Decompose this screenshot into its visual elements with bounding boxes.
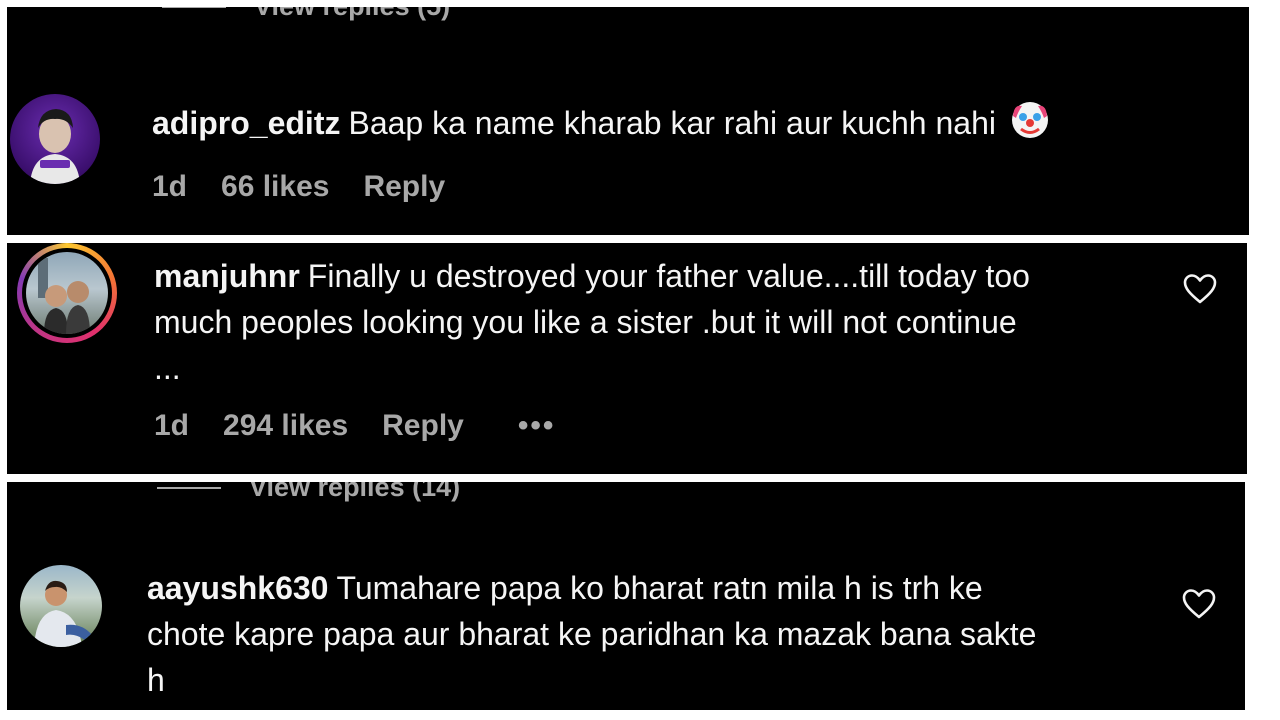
more-options-icon[interactable]: ••• bbox=[518, 409, 556, 443]
heart-icon[interactable] bbox=[1183, 273, 1217, 305]
comment-time: 1d bbox=[152, 170, 188, 203]
comment-text-line-2: chote kapre papa aur bharat ke paridhan … bbox=[147, 616, 1037, 652]
comment-text-line-3: ... bbox=[154, 350, 181, 386]
replies-divider bbox=[157, 486, 221, 489]
avatar[interactable] bbox=[10, 94, 100, 184]
view-replies-button[interactable]: View replies (5) bbox=[162, 7, 450, 22]
replies-divider bbox=[162, 7, 226, 8]
avatar bbox=[26, 252, 108, 334]
reply-button[interactable]: Reply bbox=[363, 170, 445, 204]
comment-time: 1d bbox=[154, 409, 190, 442]
comment-body: aayushk630 Tumahare papa ko bharat ratn m… bbox=[147, 565, 1036, 703]
clown-face-icon bbox=[1011, 102, 1048, 138]
comment-panel-3: View replies (14) aayushk630 Tumahare pap… bbox=[7, 482, 1245, 710]
comment-meta: 1d 294 likes Reply ••• bbox=[154, 409, 589, 443]
heart-icon[interactable] bbox=[1182, 588, 1216, 620]
comment-username[interactable]: aayushk630 bbox=[147, 570, 328, 606]
reply-button[interactable]: Reply bbox=[382, 409, 464, 443]
story-ring[interactable] bbox=[17, 243, 117, 343]
view-replies-button[interactable]: View replies (14) bbox=[157, 482, 460, 503]
comment-likes[interactable]: 294 likes bbox=[223, 409, 348, 443]
comment-text-line-1: Finally u destroyed your father value...… bbox=[307, 258, 1030, 294]
comment-panel-1: View replies (5) adipro_editzBaap ka nam… bbox=[7, 7, 1249, 235]
comment-text-line-1: Tumahare papa ko bharat ratn mila h is t… bbox=[336, 570, 983, 606]
comment-body: manjuhnr Finally u destroyed your father … bbox=[154, 253, 1030, 391]
comment-likes[interactable]: 66 likes bbox=[221, 170, 329, 204]
avatar-image bbox=[38, 258, 90, 334]
view-replies-label: View replies (14) bbox=[249, 482, 461, 502]
avatar-image bbox=[34, 580, 92, 647]
comment-username[interactable]: adipro_editz bbox=[152, 105, 340, 141]
comment-username[interactable]: manjuhnr bbox=[154, 258, 300, 294]
comment-text-line-3: h bbox=[147, 662, 165, 698]
comment-text: Baap ka name kharab kar rahi aur kuchh n… bbox=[348, 105, 996, 141]
avatar[interactable] bbox=[20, 565, 102, 647]
comment-panel-2: manjuhnr Finally u destroyed your father … bbox=[7, 243, 1247, 474]
comment-body: adipro_editz Baap ka name kharab kar rahi… bbox=[152, 100, 1050, 146]
comment-text-line-2: much peoples looking you like a sister .… bbox=[154, 304, 1017, 340]
avatar-image bbox=[30, 109, 80, 184]
comment-meta: 1d 66 likes Reply bbox=[152, 170, 479, 204]
view-replies-label: View replies (5) bbox=[254, 7, 450, 22]
